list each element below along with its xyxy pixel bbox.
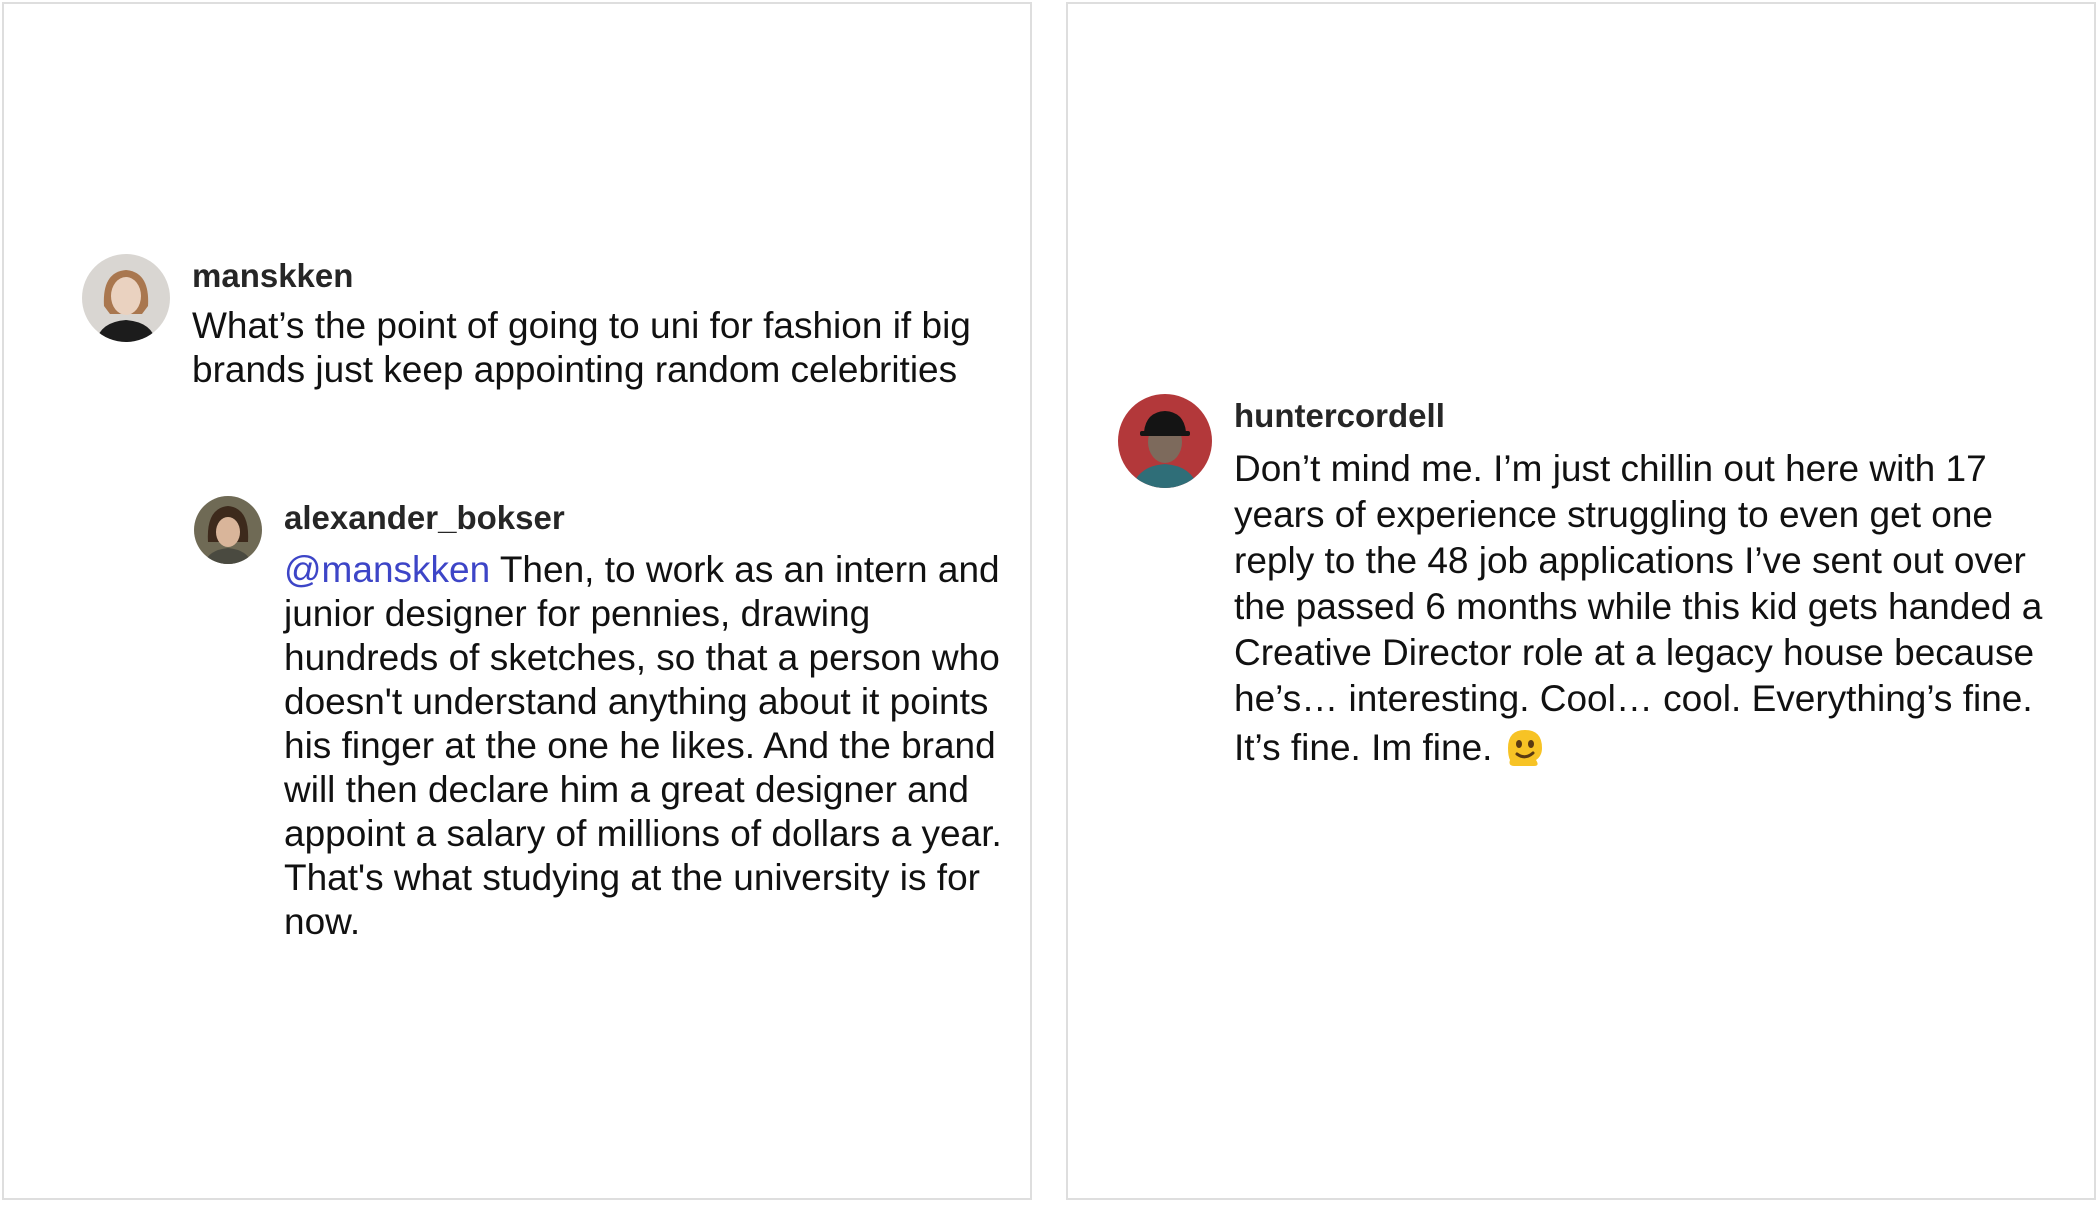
comment-text-wrapper: Don’t mind me. I’m just chillin out here… [1234,446,2054,772]
right-screenshot-panel: huntercordell Don’t mind me. I’m just ch… [1066,2,2096,1200]
reply-text: @manskken Then, to work as an intern and… [284,548,1004,944]
reply-body: Then, to work as an intern and junior de… [284,549,1002,942]
huntercordell-avatar[interactable] [1118,394,1212,488]
comment-manskken: manskken What’s the point of going to un… [82,254,972,392]
manskken-avatar[interactable] [82,254,170,342]
mention-link[interactable]: @manskken [284,549,490,590]
comment-text: What’s the point of going to uni for fas… [192,305,971,390]
melting-face-emoji-icon [1500,722,1550,772]
comment-username[interactable]: manskken [192,254,972,298]
person-avatar-icon [194,496,262,564]
reply-username[interactable]: alexander_bokser [284,496,1004,540]
comment-username[interactable]: huntercordell [1234,394,2054,438]
left-screenshot-panel: manskken What’s the point of going to un… [2,2,1032,1200]
reply-alexander-bokser: alexander_bokser @manskken Then, to work… [194,496,1004,944]
comment-huntercordell: huntercordell Don’t mind me. I’m just ch… [1118,394,2054,772]
alexander-bokser-avatar[interactable] [194,496,262,564]
person-avatar-icon [82,254,170,342]
comment-text: Don’t mind me. I’m just chillin out here… [1234,448,2043,768]
person-avatar-icon [1118,394,1212,488]
